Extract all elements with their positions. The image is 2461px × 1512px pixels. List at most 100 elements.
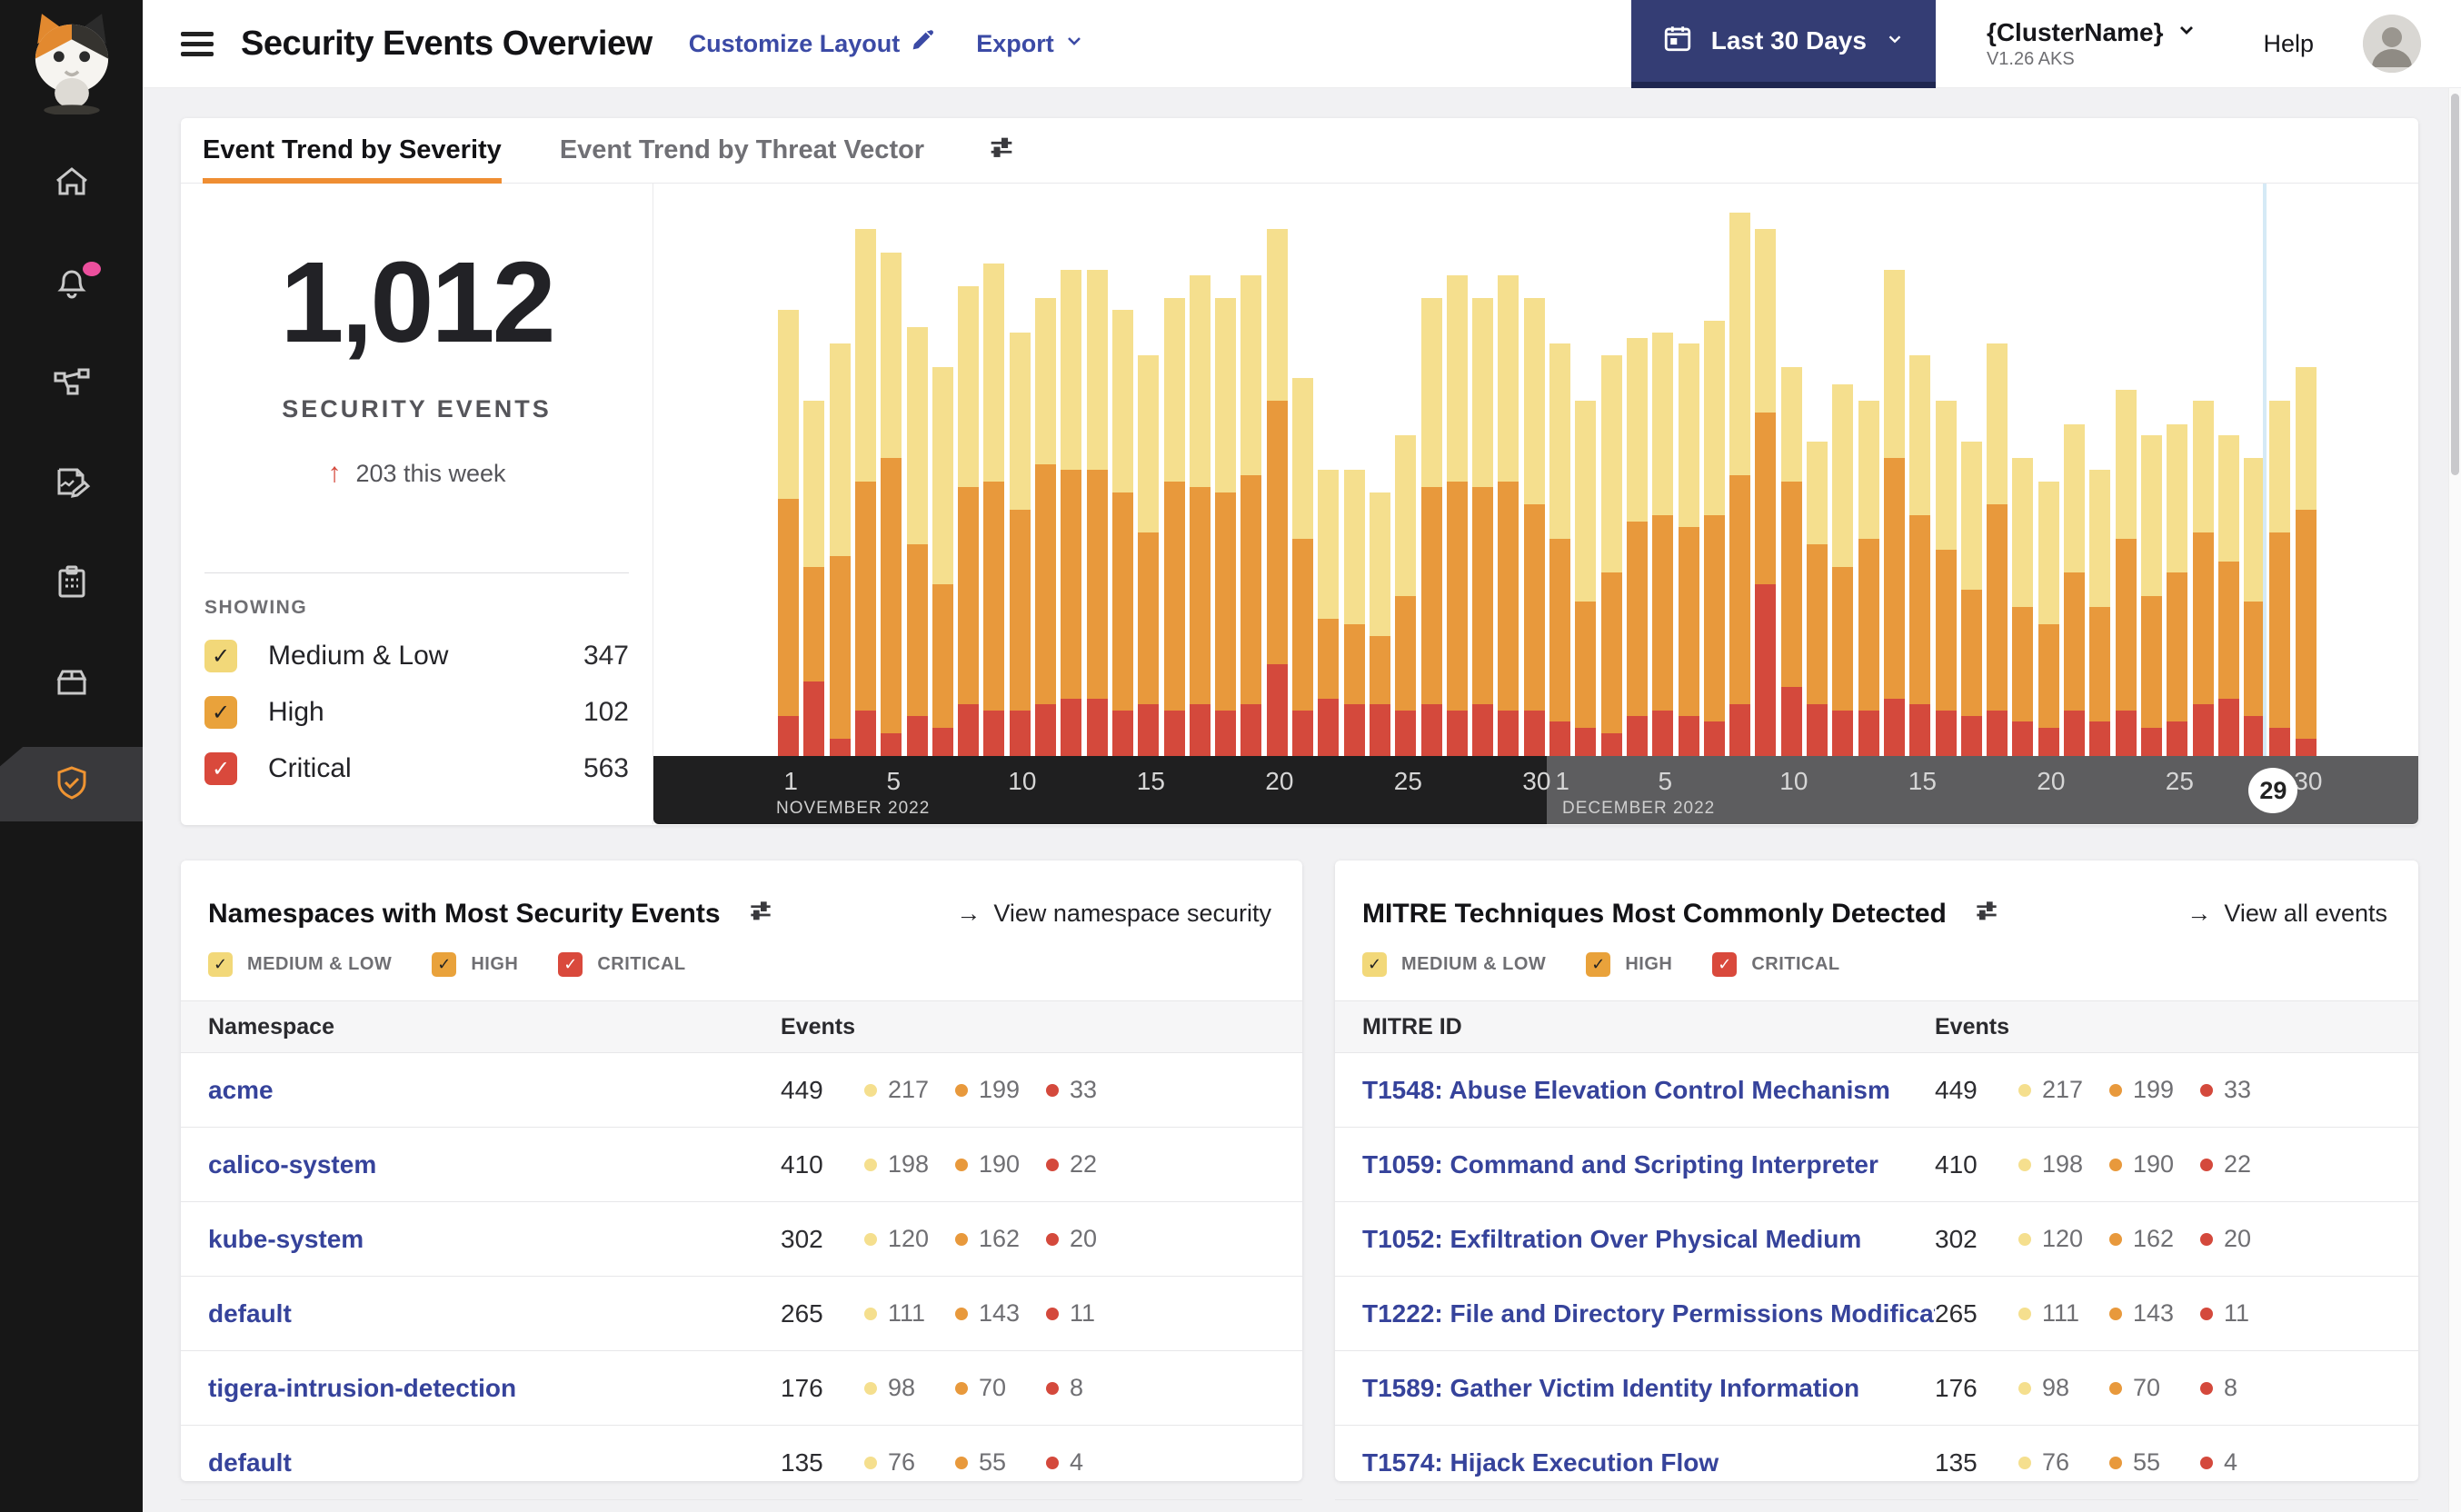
chart-bar-day-20[interactable]: [1266, 229, 1288, 756]
view-namespace-security-link[interactable]: → View namespace security: [956, 900, 1271, 928]
chart-bar-day-59[interactable]: [2269, 401, 2291, 756]
chart-bar-day-56[interactable]: [2192, 401, 2214, 756]
mitre-id-link[interactable]: T1052: Exfiltration Over Physical Medium: [1362, 1225, 1935, 1254]
namespace-link[interactable]: default: [208, 1448, 781, 1477]
chart-bar-day-55[interactable]: [2167, 423, 2188, 756]
sidebar-item-compliance[interactable]: [0, 547, 143, 622]
chart-bar-day-40[interactable]: [1780, 366, 1802, 756]
trend-filter-sliders-icon[interactable]: [986, 133, 1017, 168]
sidebar-item-home[interactable]: [0, 147, 143, 222]
namespace-link[interactable]: acme: [208, 1076, 781, 1105]
mitre-id-link[interactable]: T1589: Gather Victim Identity Informatio…: [1362, 1374, 1935, 1403]
namespace-link[interactable]: default: [208, 1299, 781, 1328]
medium_low-checkbox[interactable]: ✓: [204, 640, 237, 672]
chip-high[interactable]: ✓ HIGH: [1586, 952, 1672, 977]
chart-bar-day-53[interactable]: [2115, 389, 2137, 756]
chip-critical[interactable]: ✓ CRITICAL: [558, 952, 685, 977]
chart-bar-day-44[interactable]: [1883, 269, 1905, 756]
chip-high[interactable]: ✓ HIGH: [432, 952, 518, 977]
chip-medium_low[interactable]: ✓ MEDIUM & LOW: [1362, 952, 1546, 977]
chart-bar-day-33[interactable]: [1600, 355, 1622, 756]
chart-bar-day-43[interactable]: [1858, 401, 1879, 756]
customize-layout-link[interactable]: Customize Layout: [689, 28, 935, 60]
high-checkbox[interactable]: ✓: [432, 952, 457, 977]
chart-bar-day-46[interactable]: [1935, 401, 1957, 756]
chart-bar-day-21[interactable]: [1292, 378, 1313, 756]
chart-bar-day-39[interactable]: [1755, 229, 1777, 756]
hamburger-menu-icon[interactable]: [181, 26, 214, 62]
chart-bar-day-22[interactable]: [1318, 470, 1340, 756]
sidebar-item-service-graph[interactable]: [0, 347, 143, 422]
critical-checkbox[interactable]: ✓: [558, 952, 583, 977]
chart-bar-day-38[interactable]: [1729, 212, 1751, 756]
chart-bar-day-49[interactable]: [2012, 458, 2034, 756]
chart-bar-day-58[interactable]: [2244, 458, 2266, 756]
chart-bar-day-17[interactable]: [1189, 274, 1211, 756]
chart-bar-day-23[interactable]: [1343, 470, 1365, 756]
chart-bar-day-26[interactable]: [1420, 298, 1442, 756]
medium_low-checkbox[interactable]: ✓: [1362, 952, 1387, 977]
chart-bar-day-29[interactable]: [1498, 274, 1519, 756]
chip-critical[interactable]: ✓ CRITICAL: [1712, 952, 1839, 977]
namespace-link[interactable]: calico-system: [208, 1150, 781, 1179]
chart-bar-day-35[interactable]: [1652, 332, 1674, 756]
chart-bar-day-8[interactable]: [958, 286, 980, 756]
scrollbar-thumb[interactable]: [2451, 94, 2459, 475]
chart-bar-day-32[interactable]: [1575, 401, 1597, 756]
mitre-id-link[interactable]: T1059: Command and Scripting Interpreter: [1362, 1150, 1935, 1179]
chart-bar-day-54[interactable]: [2140, 435, 2162, 756]
chart-bar-day-48[interactable]: [1987, 343, 2008, 756]
chart-bar-day-10[interactable]: [1009, 332, 1031, 756]
chart-bar-day-57[interactable]: [2217, 435, 2239, 756]
mitre-filter-sliders-icon[interactable]: [1972, 897, 2001, 930]
severity-toggle-high[interactable]: ✓ High 102: [204, 684, 629, 741]
chart-bar-day-7[interactable]: [932, 366, 953, 756]
chart-bar-day-18[interactable]: [1215, 298, 1237, 756]
chart-bar-day-60[interactable]: [2295, 366, 2317, 756]
chart-bar-day-6[interactable]: [906, 326, 928, 756]
chart-bar-day-51[interactable]: [2064, 423, 2085, 756]
chart-bar-day-37[interactable]: [1703, 321, 1725, 756]
severity-toggle-critical[interactable]: ✓ Critical 563: [204, 741, 629, 797]
chart-bar-day-45[interactable]: [1909, 355, 1931, 756]
chart-bar-day-50[interactable]: [2038, 481, 2059, 756]
chart-bar-day-9[interactable]: [983, 264, 1005, 756]
chart-bar-day-42[interactable]: [1832, 383, 1854, 756]
medium_low-checkbox[interactable]: ✓: [208, 952, 233, 977]
critical-checkbox[interactable]: ✓: [1712, 952, 1738, 977]
export-button[interactable]: Export: [976, 30, 1085, 58]
chart-bar-day-4[interactable]: [854, 229, 876, 756]
namespace-link[interactable]: tigera-intrusion-detection: [208, 1374, 781, 1403]
sidebar-item-policies[interactable]: [0, 447, 143, 522]
sidebar-item-alerts[interactable]: [0, 247, 143, 322]
chart-bar-day-27[interactable]: [1446, 274, 1468, 756]
calico-cat-logo[interactable]: [18, 7, 125, 116]
critical-checkbox[interactable]: ✓: [204, 752, 237, 785]
chart-bar-day-14[interactable]: [1111, 309, 1133, 756]
view-all-events-link[interactable]: → View all events: [2187, 900, 2387, 928]
chart-bar-day-34[interactable]: [1626, 338, 1648, 756]
chart-bar-day-1[interactable]: [778, 309, 799, 756]
namespaces-filter-sliders-icon[interactable]: [746, 897, 775, 930]
sidebar-item-catalog[interactable]: [0, 647, 143, 721]
chart-bar-day-5[interactable]: [881, 252, 902, 756]
chart-bar-day-52[interactable]: [2089, 470, 2111, 756]
chart-bar-day-41[interactable]: [1807, 441, 1828, 756]
chart-bar-day-13[interactable]: [1086, 269, 1108, 756]
mitre-id-link[interactable]: T1548: Abuse Elevation Control Mechanism: [1362, 1076, 1935, 1105]
namespace-link[interactable]: kube-system: [208, 1225, 781, 1254]
mitre-id-link[interactable]: T1574: Hijack Execution Flow: [1362, 1448, 1935, 1477]
chart-bar-day-11[interactable]: [1035, 298, 1056, 756]
chart-bar-day-28[interactable]: [1472, 298, 1494, 756]
chart-bar-day-16[interactable]: [1163, 298, 1185, 756]
severity-toggle-medium_low[interactable]: ✓ Medium & Low 347: [204, 628, 629, 684]
high-checkbox[interactable]: ✓: [1586, 952, 1611, 977]
user-avatar[interactable]: [2363, 15, 2421, 73]
tab-event-trend-by-severity[interactable]: Event Trend by Severity: [203, 118, 502, 184]
tab-event-trend-by-threat-vector[interactable]: Event Trend by Threat Vector: [560, 118, 924, 183]
cluster-selector[interactable]: {ClusterName} V1.26 AKS: [1987, 18, 2198, 70]
date-range-button[interactable]: Last 30 Days: [1630, 0, 1936, 88]
chart-bar-day-24[interactable]: [1369, 492, 1390, 756]
chip-medium_low[interactable]: ✓ MEDIUM & LOW: [208, 952, 392, 977]
chart-bar-day-12[interactable]: [1061, 269, 1082, 756]
